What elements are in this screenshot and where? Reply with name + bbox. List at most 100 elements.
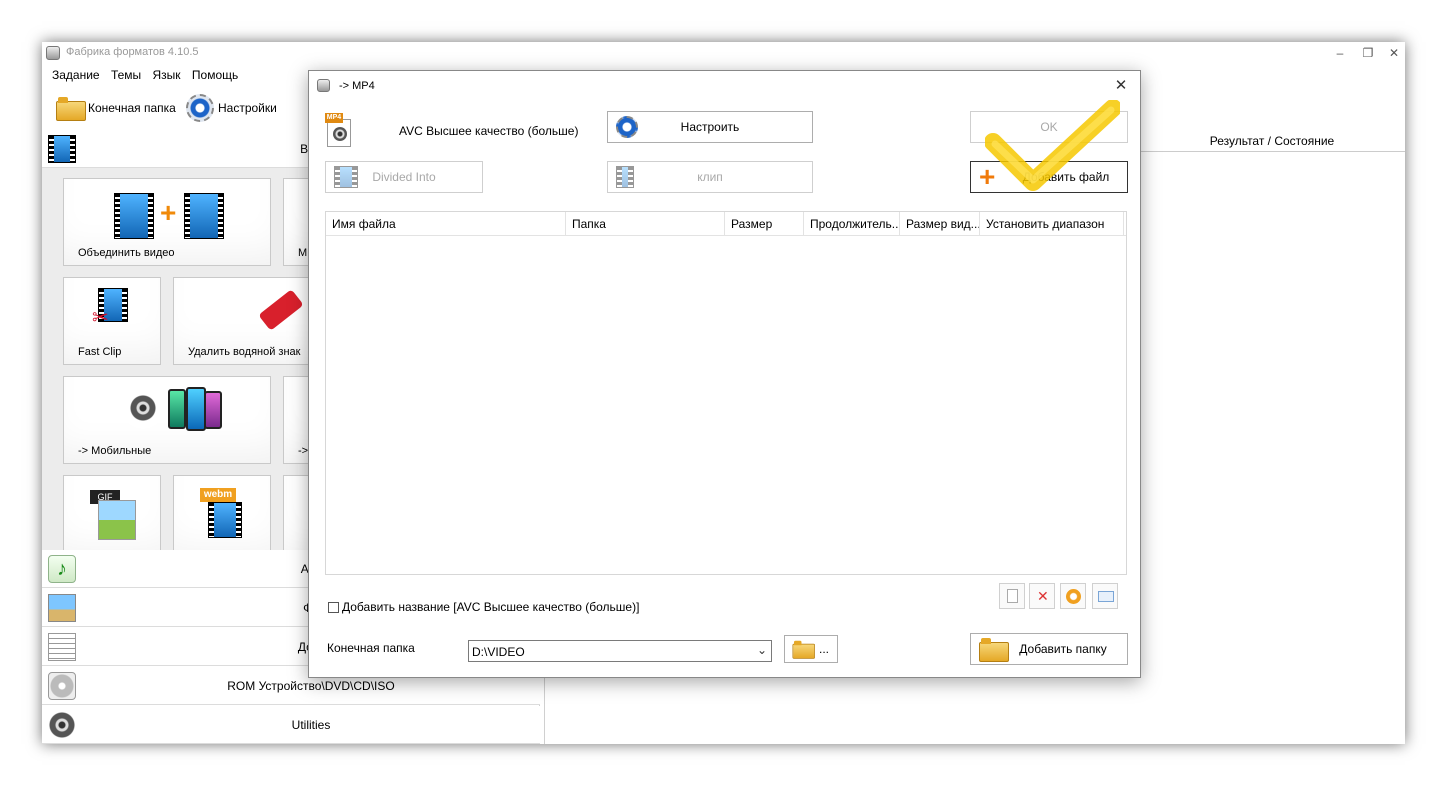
webm-badge: webm <box>200 488 236 502</box>
film-strip-icon <box>616 166 634 188</box>
divided-into-button[interactable]: Divided Into <box>325 161 483 193</box>
play-icon <box>1066 589 1081 604</box>
configure-label: Настроить <box>680 120 740 134</box>
folder-icon <box>56 97 86 121</box>
add-folder-label: Добавить папку <box>1019 642 1107 656</box>
tile-to-other-label: -> <box>298 445 309 457</box>
close-button[interactable]: ✕ <box>1380 44 1408 62</box>
clip-label: клип <box>697 170 723 184</box>
tile-webm[interactable]: webm <box>173 475 271 550</box>
folder-icon <box>792 640 815 659</box>
film-reel-icon <box>333 127 347 141</box>
file-list-header: Имя файла Папка Размер Продолжитель... Р… <box>326 212 1126 236</box>
main-title-bar: Фабрика форматов 4.10.5 – ❐ ✕ <box>42 42 1405 64</box>
mp4-profile-icon: MP4 <box>325 113 355 149</box>
destination-folder-label: Конечная папка <box>327 641 415 655</box>
add-title-label: Добавить название [AVC Высшее качество (… <box>342 600 640 614</box>
clear-list-button[interactable]: ✕ <box>1029 583 1055 609</box>
menu-themes[interactable]: Темы <box>111 68 141 82</box>
app-icon <box>317 79 330 92</box>
tile-gif[interactable]: GIF <box>63 475 161 550</box>
destination-folder-value: D:\VIDEO <box>472 645 525 659</box>
category-utilities[interactable]: Utilities <box>42 706 540 744</box>
col-duration[interactable]: Продолжитель... <box>804 212 900 236</box>
window-title: Фабрика форматов 4.10.5 <box>66 46 199 58</box>
phone-icon <box>186 387 206 431</box>
tile-video-other-label: М <box>298 247 308 259</box>
result-status-header: Результат / Состояние <box>1209 134 1335 148</box>
tile-fast-clip[interactable]: ✂ Fast Clip <box>63 277 161 365</box>
music-note-icon: ♪ <box>48 555 76 583</box>
gear-icon <box>616 116 638 138</box>
settings-label: Настройки <box>218 101 277 115</box>
divided-into-label: Divided Into <box>372 170 436 184</box>
film-reel-icon <box>122 387 164 429</box>
dialog-title: -> MP4 <box>339 80 375 92</box>
menu-help[interactable]: Помощь <box>192 68 238 82</box>
col-folder[interactable]: Папка <box>566 212 725 236</box>
chevron-down-icon: ⌄ <box>756 643 767 657</box>
phone-icon <box>168 389 186 429</box>
restore-button[interactable]: ❐ <box>1354 44 1382 62</box>
app-icon <box>46 46 60 60</box>
eraser-icon <box>258 289 304 331</box>
add-folder-button[interactable]: Добавить папку <box>970 633 1128 665</box>
results-column-header[interactable]: Результат / Состояние <box>1138 130 1405 152</box>
main-toolbar: Конечная папка Настройки <box>54 92 334 124</box>
tile-merge-video[interactable]: + Объединить видео <box>63 178 271 266</box>
remove-file-button[interactable] <box>999 583 1025 609</box>
clip-button[interactable]: клип <box>607 161 813 193</box>
film-strip-icon <box>48 135 76 163</box>
add-file-label: Добавить файл <box>1022 170 1110 184</box>
add-file-button[interactable]: + Добавить файл <box>970 161 1128 193</box>
mp4-dialog: -> MP4 ✕ MP4 AVC Высшее качество (больше… <box>308 70 1141 678</box>
document-icon <box>48 633 76 661</box>
profile-label: AVC Высшее качество (больше) <box>399 124 579 138</box>
close-icon: ✕ <box>1037 588 1049 604</box>
tile-to-mobile-label: -> Мобильные <box>78 445 152 457</box>
mp4-badge: MP4 <box>325 113 343 123</box>
phone-icon <box>204 391 222 429</box>
dialog-close-button[interactable]: ✕ <box>1112 77 1130 95</box>
tile-merge-video-label: Объединить видео <box>78 247 175 259</box>
film-strip-icon <box>184 193 224 239</box>
browse-folder-button[interactable]: ... <box>784 635 838 663</box>
film-strip-icon <box>114 193 154 239</box>
ok-button[interactable]: OK <box>970 111 1128 143</box>
browse-label: ... <box>818 642 829 656</box>
scissors-icon: ✂ <box>92 307 109 329</box>
file-list-table[interactable]: Имя файла Папка Размер Продолжитель... Р… <box>325 211 1127 575</box>
output-folder-label: Конечная папка <box>88 101 176 115</box>
add-title-checkbox[interactable] <box>328 602 339 613</box>
photo-icon <box>48 594 76 622</box>
plus-icon: + <box>979 161 996 192</box>
film-strip-icon <box>334 166 358 188</box>
minimize-button[interactable]: – <box>1326 44 1354 62</box>
menu-language[interactable]: Язык <box>153 68 181 82</box>
destination-folder-select[interactable]: D:\VIDEO ⌄ <box>468 640 772 662</box>
play-button[interactable] <box>1060 583 1086 609</box>
settings-button[interactable]: Настройки <box>186 92 277 124</box>
info-panel-icon <box>1098 591 1114 602</box>
category-utilities-label: Utilities <box>291 718 331 732</box>
gear-icon <box>186 94 214 122</box>
menu-bar: Задание Темы Язык Помощь <box>52 68 246 86</box>
tile-remove-watermark-label: Удалить водяной знак <box>188 346 301 358</box>
col-size[interactable]: Размер <box>725 212 804 236</box>
col-video-size[interactable]: Размер вид... <box>900 212 980 236</box>
film-strip-icon <box>208 502 242 538</box>
page-icon <box>1007 589 1018 603</box>
tile-to-mobile[interactable]: -> Мобильные <box>63 376 271 464</box>
col-file-name[interactable]: Имя файла <box>326 212 566 236</box>
screen: Фабрика форматов 4.10.5 – ❐ ✕ Задание Те… <box>0 0 1447 786</box>
output-folder-button[interactable]: Конечная папка <box>56 92 176 124</box>
configure-button[interactable]: Настроить <box>607 111 813 143</box>
film-reel-icon <box>48 711 76 739</box>
menu-task[interactable]: Задание <box>52 68 100 82</box>
image-file-icon <box>98 500 136 540</box>
col-set-range[interactable]: Установить диапазон <box>980 212 1124 236</box>
category-rom-device-label: ROM Устройство\DVD\CD\ISO <box>227 679 395 693</box>
folder-add-icon <box>979 638 1009 662</box>
ok-label: OK <box>1040 120 1058 134</box>
media-info-button[interactable] <box>1092 583 1118 609</box>
